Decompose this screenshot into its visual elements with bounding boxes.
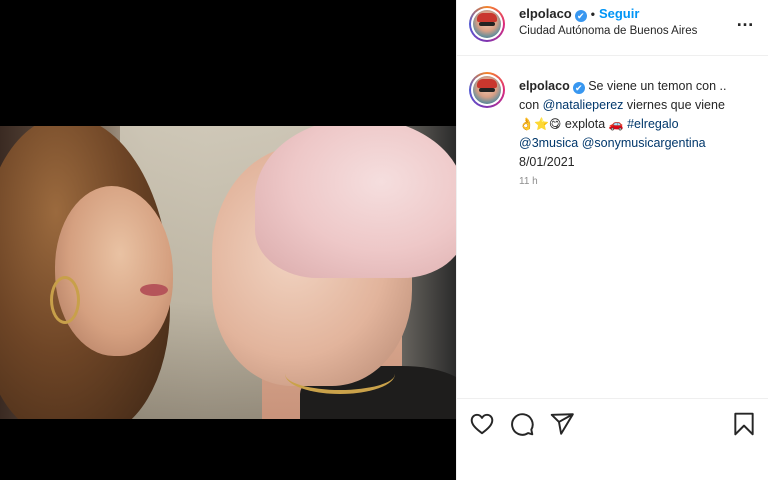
mention-sonymusicargentina[interactable]: @sonymusicargentina <box>582 136 706 150</box>
mention-natalieperez[interactable]: @natalieperez <box>543 98 624 112</box>
woman-face <box>55 186 173 356</box>
follow-button[interactable]: Seguir <box>599 6 639 21</box>
post-media[interactable] <box>0 0 456 480</box>
bookmark-icon[interactable] <box>731 411 757 437</box>
caption-avatar[interactable] <box>469 72 505 108</box>
separator-dot: • <box>590 7 595 21</box>
caption-line1: Se viene un temon con .. <box>588 79 727 93</box>
gold-chain <box>285 354 395 394</box>
avatar[interactable] <box>469 6 505 42</box>
caption-line2-prefix: con <box>519 98 543 112</box>
heart-icon[interactable] <box>469 411 495 437</box>
video-frame[interactable] <box>0 126 456 419</box>
post-header: elpolaco ✔ • Seguir Ciudad Autónoma de Buen… <box>457 0 768 56</box>
location-link[interactable]: Ciudad Autónoma de Buenos Aires <box>519 25 697 37</box>
more-options-icon[interactable]: … <box>736 10 755 31</box>
share-icon[interactable] <box>549 411 575 437</box>
avatar-image <box>473 10 501 38</box>
caption-word-explota: explota <box>561 117 609 131</box>
hashtag-elregalo[interactable]: #elregalo <box>627 117 678 131</box>
hoop-earring <box>50 276 80 324</box>
man-pink-hair <box>255 126 456 278</box>
emoji-group: 👌⭐😋 <box>519 117 562 131</box>
woman-lips <box>140 284 168 296</box>
comment-icon[interactable] <box>509 411 535 437</box>
caption-username[interactable]: elpolaco <box>519 79 570 93</box>
verified-badge-icon: ✔ <box>574 10 587 22</box>
post-caption: elpolaco ✔ Se viene un temon con .. con @… <box>519 77 755 172</box>
header-username[interactable]: elpolaco <box>519 6 572 21</box>
header-username-row: elpolaco ✔ • Seguir <box>519 6 639 22</box>
action-bar <box>457 398 768 448</box>
verified-badge-icon: ✔ <box>572 82 585 94</box>
avatar-image <box>473 76 501 104</box>
caption-date: 8/01/2021 <box>519 155 575 169</box>
mention-3musica[interactable]: @3musica <box>519 136 578 150</box>
post-timestamp[interactable]: 11 h <box>519 176 538 187</box>
post-side-panel: elpolaco ✔ • Seguir Ciudad Autónoma de Buen… <box>456 0 768 480</box>
car-emoji: 🚗 <box>608 117 624 131</box>
caption-line2-suffix: viernes que viene <box>623 98 725 112</box>
